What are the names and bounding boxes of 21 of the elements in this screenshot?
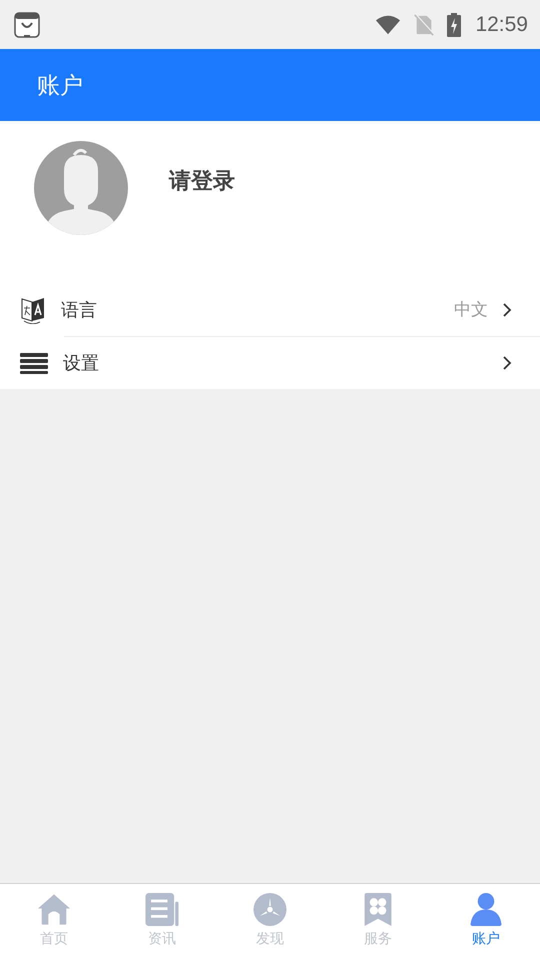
person-icon (469, 893, 503, 926)
settings-row[interactable]: 设置 (0, 336, 540, 389)
row-label: 设置 (63, 352, 99, 374)
language-row[interactable]: 语言 中文 (0, 283, 540, 336)
chevron-right-icon (502, 302, 512, 318)
fan-icon (253, 893, 287, 926)
row-label: 语言 (61, 298, 97, 322)
row-value: 中文 (454, 299, 488, 321)
login-prompt[interactable]: 请登录 (169, 166, 235, 196)
shopping-bag-icon (14, 12, 40, 38)
wifi-icon (375, 14, 402, 36)
avatar-icon[interactable] (34, 141, 128, 235)
nav-tab[interactable]: 账户 (432, 884, 540, 960)
newspaper-icon (145, 893, 179, 926)
translate-icon (20, 296, 46, 324)
chevron-right-icon (502, 354, 512, 370)
status-time: 12:59 (475, 12, 528, 36)
battery-charging-icon (447, 12, 462, 36)
menu-icon (20, 352, 48, 374)
home-icon (37, 893, 71, 926)
page-title: 账户 (37, 72, 83, 100)
